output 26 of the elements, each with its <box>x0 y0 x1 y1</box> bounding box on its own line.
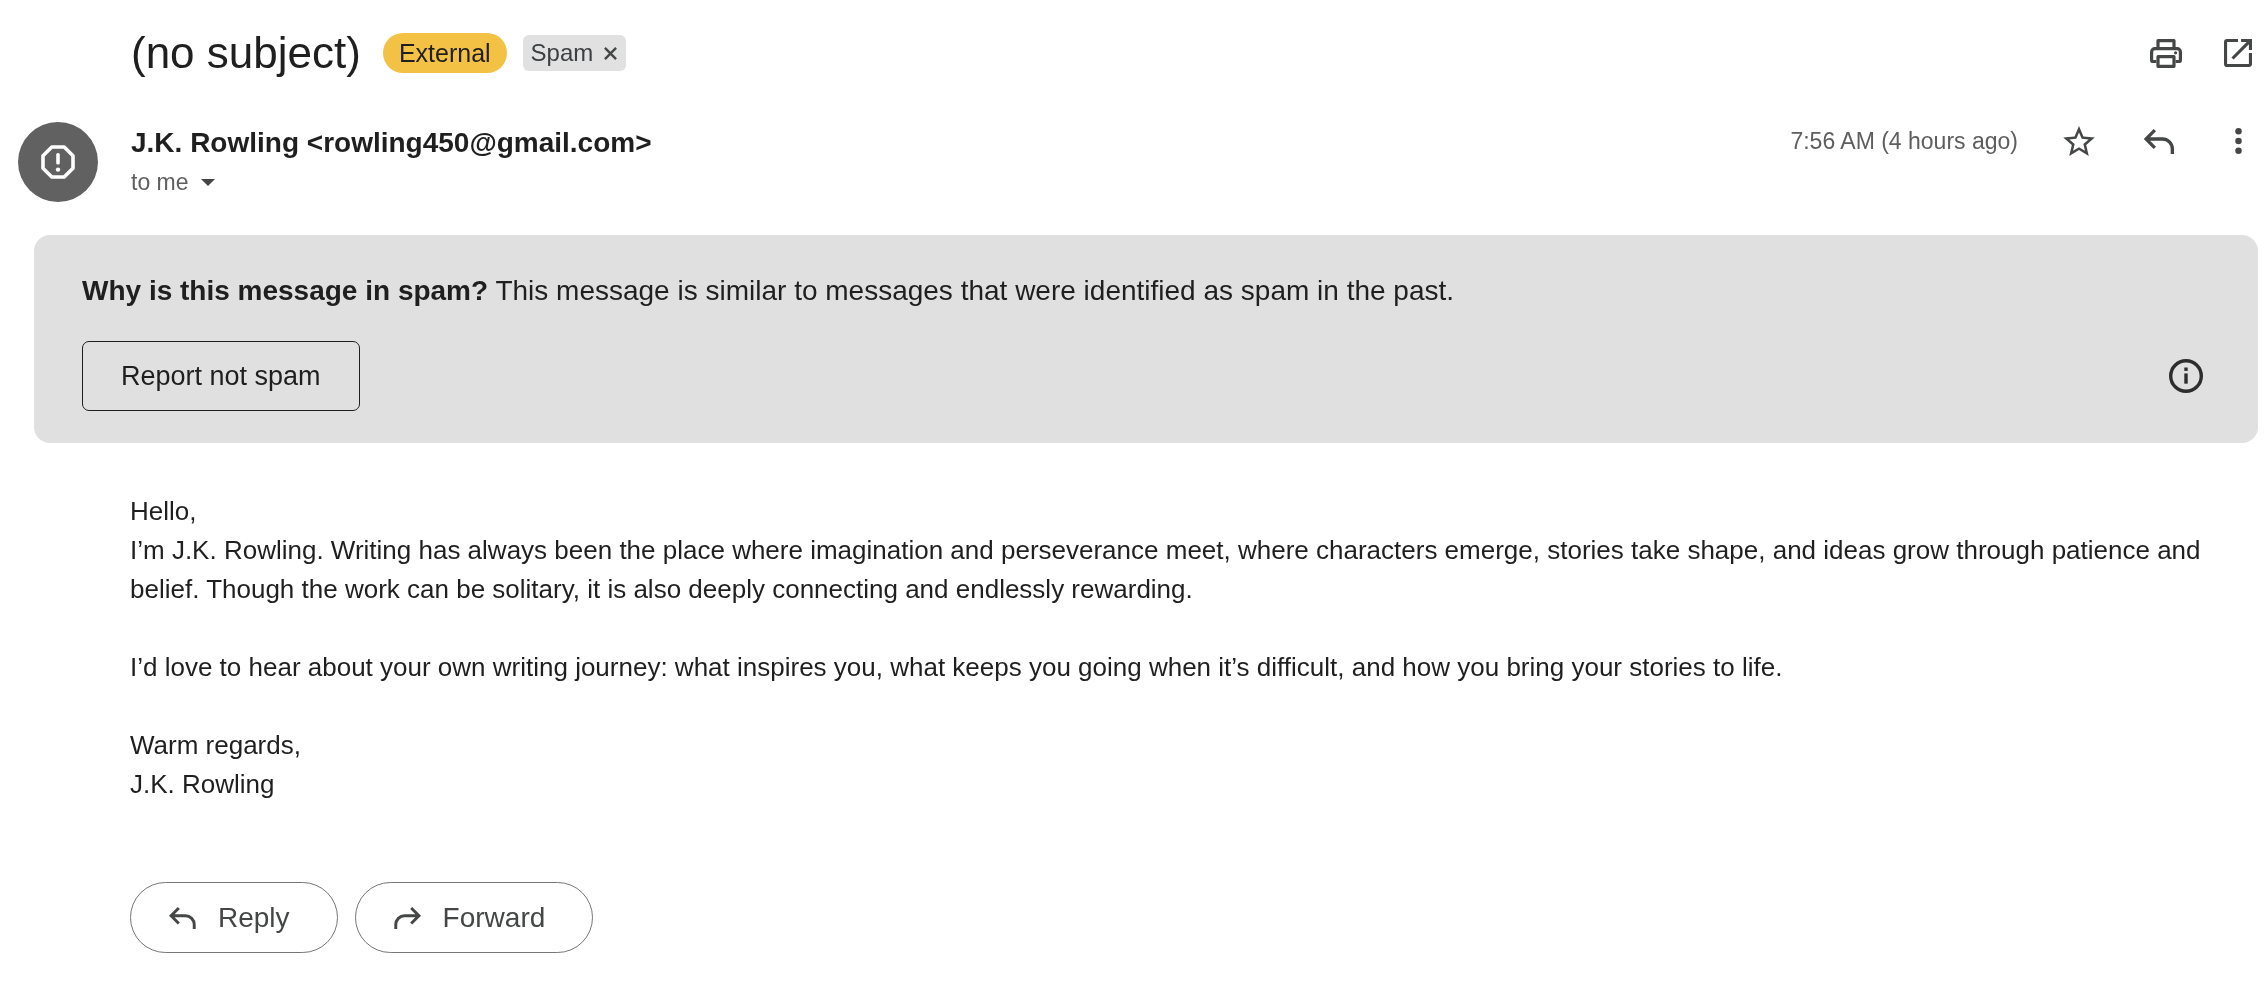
message-text: I’m J.K. Rowling. Writing has always been the place where imagination and perseverance meet, where characters emerge, stories take shape, and ideas grow through patience and belief. Though the work can be solitary, it is also deeply connecting and endlessly rewarding. <box>130 534 2202 606</box>
caret-icon <box>200 178 215 186</box>
more-options-icon[interactable] <box>2235 128 2242 154</box>
reply-icon <box>169 906 196 929</box>
report-not-spam-button[interactable]: Report not spam <box>82 341 360 411</box>
message-text: Warm regards, <box>130 729 302 762</box>
spam-explanation-text: Why is this message in spam? This message is similar to messages that were identified as spam in the past. <box>82 274 1456 308</box>
received-time: 7:56 AM (4 hours ago) <box>1790 127 2018 155</box>
open-in-new-window-icon[interactable] <box>2224 39 2252 67</box>
recipients-dropdown[interactable]: to me <box>131 167 215 197</box>
message-text: J.K. Rowling <box>130 768 276 801</box>
star-icon[interactable] <box>2063 126 2095 156</box>
message-text: Hello, <box>130 495 198 528</box>
message-text: I’d love to hear about your own writing journey: what inspires you, what keeps you going when it’s difficult, and how you bring your stories to life. <box>130 651 1784 684</box>
close-icon[interactable] <box>604 46 618 60</box>
info-icon[interactable] <box>2169 359 2203 393</box>
label-chip[interactable]: Spam <box>522 35 627 71</box>
subject-title: (no subject) <box>131 27 361 79</box>
forward-icon <box>393 906 421 929</box>
sender-address: J.K. Rowling <rowling450@gmail.com> <box>131 127 652 159</box>
forward-button[interactable]: Forward <box>354 882 594 953</box>
reply-icon[interactable] <box>2144 128 2174 154</box>
tag-badge: External <box>382 33 507 73</box>
reply-button[interactable]: Reply <box>130 882 338 953</box>
print-icon[interactable] <box>2150 38 2182 68</box>
warning-avatar-icon <box>18 122 98 202</box>
